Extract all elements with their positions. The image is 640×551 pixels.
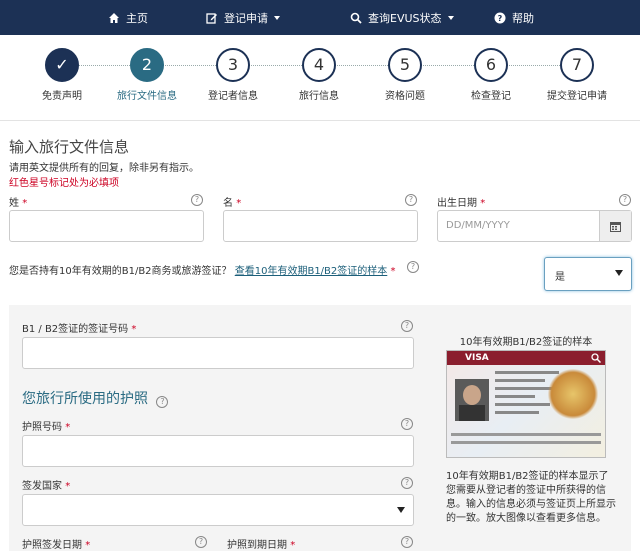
chevron-down-icon [615,270,623,276]
help-icon[interactable]: ? [156,396,169,408]
help-icon[interactable]: ? [191,194,203,206]
given-name-label: 名 * [223,198,242,209]
nav-register[interactable]: 登记申请 [206,0,280,35]
given-name-input[interactable] [223,210,418,242]
nav-home-label: 主页 [126,11,148,25]
help-icon[interactable]: ? [401,320,413,332]
issuing-country-label: 签发国家 * [22,481,71,492]
step-7-label: 提交登记申请 [547,91,607,102]
step-1[interactable]: ✓ 免责声明 [22,48,102,102]
dob-label: 出生日期 * [437,198,486,209]
question-circle-icon: ? [494,12,506,23]
step-4[interactable]: 4 旅行信息 [279,48,359,102]
edit-icon [206,12,217,24]
visa-word: VISA [465,353,489,363]
help-icon[interactable]: ? [401,477,413,489]
required-note: 红色星号标记处为必填项 [9,178,119,189]
zoom-icon[interactable] [591,353,601,363]
calendar-button[interactable] [599,211,631,241]
step-4-label: 旅行信息 [299,91,339,102]
step-3[interactable]: 3 登记者信息 [193,48,273,102]
step-7[interactable]: 7 提交登记申请 [537,48,617,102]
visa-sample-title: 10年有效期B1/B2签证的样本 [459,337,593,348]
calendar-icon [610,221,621,232]
nav-home[interactable]: 主页 [108,0,148,35]
step-6-label: 检查登记 [471,91,511,102]
step-6[interactable]: 6 检查登记 [451,48,531,102]
dob-input[interactable]: DD/MM/YYYY [437,210,632,242]
passport-number-input[interactable] [22,435,414,467]
visa-select[interactable]: 是 [544,257,632,291]
passport-expiry-date-label: 护照到期日期 * [227,540,296,551]
svg-text:?: ? [498,14,503,23]
step-1-circle: ✓ [45,48,79,82]
visa-sample-image[interactable]: VISA [446,350,606,458]
visa-sample-link[interactable]: 查看10年有效期B1/B2签证的样本 [235,266,388,277]
chevron-down-icon [397,507,405,513]
step-3-circle: 3 [216,48,250,82]
help-icon[interactable]: ? [407,261,419,273]
help-icon[interactable]: ? [619,194,631,206]
nav-help-label: 帮助 [512,11,534,25]
nav-check-status-label: 查询EVUS状态 [368,11,442,25]
divider [0,120,640,121]
help-icon[interactable]: ? [401,536,413,548]
step-2[interactable]: 2 旅行文件信息 [107,48,187,102]
step-5[interactable]: 5 资格问题 [365,48,445,102]
dob-placeholder: DD/MM/YYYY [446,220,510,231]
english-note: 请用英文提供所有的回复，除非另有指示。 [9,163,199,174]
passport-number-label: 护照号码 * [22,422,71,433]
visa-sample-description: 10年有效期B1/B2签证的样本显示了您需要从登记者的签证中所获得的信息。输入的… [446,471,616,524]
visa-photo [455,379,489,421]
step-1-label: 免责声明 [42,91,82,102]
chevron-down-icon [447,15,454,20]
issuing-country-select[interactable] [22,494,414,526]
passport-section-title: 您旅行所使用的护照 ? [22,388,169,408]
visa-number-label: B1 / B2签证的签证号码 * [22,324,137,335]
passport-issue-date-label: 护照签发日期 * [22,540,91,551]
visa-number-input[interactable] [22,337,414,369]
progress-stepper: ✓ 免责声明 2 旅行文件信息 3 登记者信息 4 旅行信息 5 资格问题 6 … [0,35,640,120]
chevron-down-icon [274,15,280,20]
step-2-label: 旅行文件信息 [117,91,177,102]
page-title: 输入旅行文件信息 [9,138,130,156]
visa-seal [547,369,599,419]
surname-label: 姓 * [9,198,28,209]
nav-register-label: 登记申请 [224,11,268,25]
surname-input[interactable] [9,210,204,242]
step-5-label: 资格问题 [385,91,425,102]
help-icon[interactable]: ? [405,194,417,206]
nav-help[interactable]: ? 帮助 [494,0,534,35]
step-4-circle: 4 [302,48,336,82]
step-5-circle: 5 [388,48,422,82]
step-2-circle: 2 [130,48,164,82]
home-icon [109,12,119,23]
nav-check-status[interactable]: 查询EVUS状态 [350,0,454,35]
step-6-circle: 6 [474,48,508,82]
visa-question: 您是否持有10年有效期的B1/B2商务或旅游签证？ 查看10年有效期B1/B2签… [9,266,396,277]
step-7-circle: 7 [560,48,594,82]
top-nav: 主页 登记申请 查询EVUS状态 ? 帮助 [0,0,640,35]
search-icon [350,12,362,24]
step-3-label: 登记者信息 [208,91,258,102]
help-icon[interactable]: ? [195,536,207,548]
help-icon[interactable]: ? [401,418,413,430]
